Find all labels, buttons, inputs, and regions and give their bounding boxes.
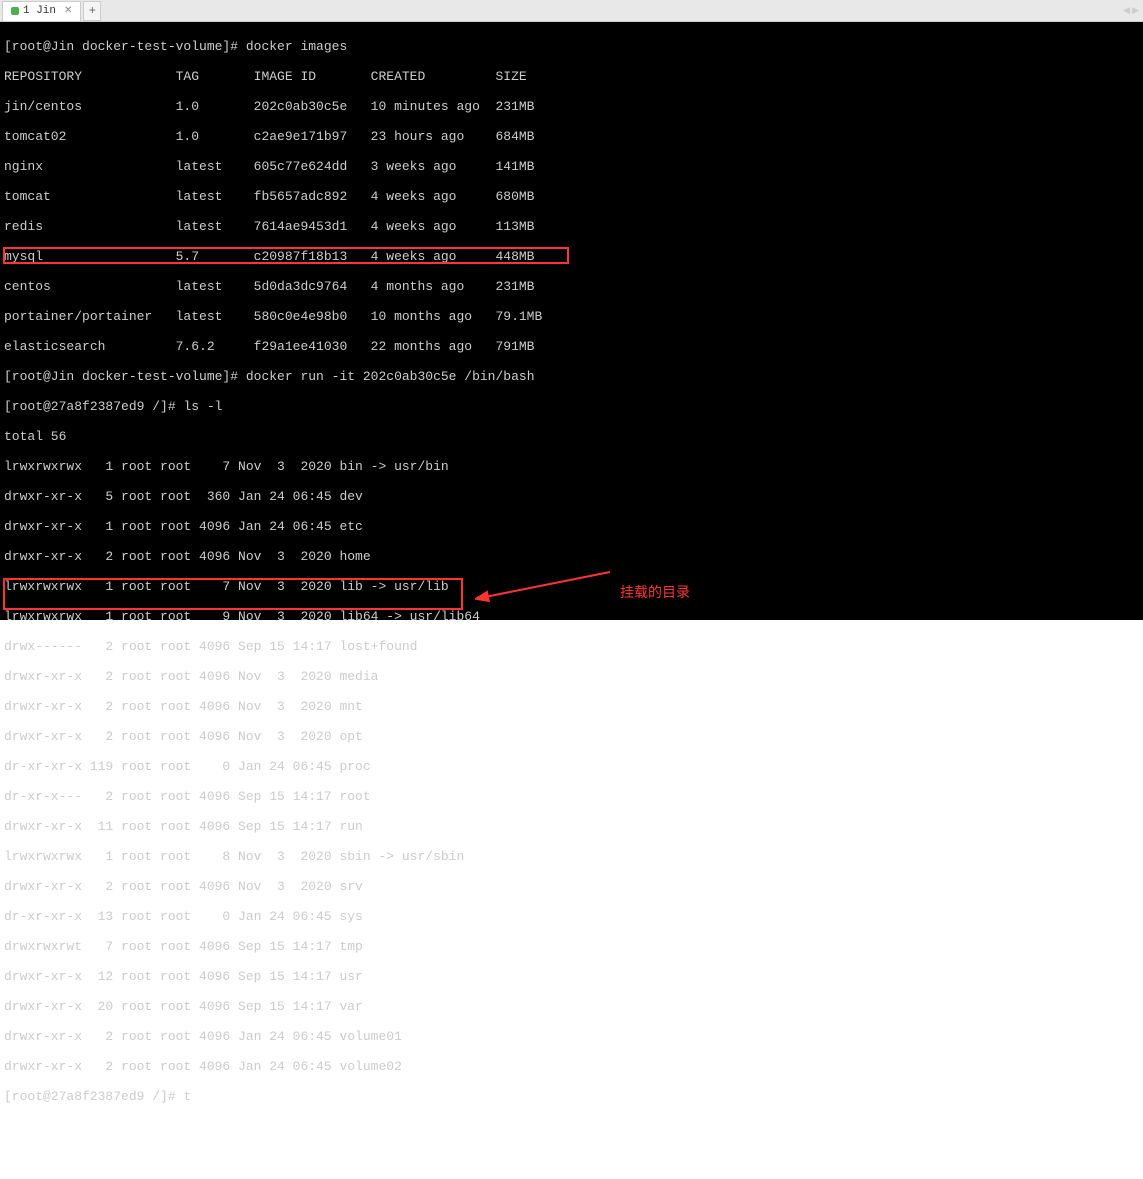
ls-row: drwxrwxrwt 7 root root 4096 Sep 15 14:17… (4, 939, 1139, 954)
prompt: [root@Jin docker-test-volume]# (4, 369, 246, 384)
scroll-right-icon[interactable]: ▶ (1132, 6, 1139, 16)
ls-row: drwxr-xr-x 5 root root 360 Jan 24 06:45 … (4, 489, 1139, 504)
image-row: portainer/portainer latest 580c0e4e98b0 … (4, 309, 1139, 324)
image-row: elasticsearch 7.6.2 f29a1ee41030 22 mont… (4, 339, 1139, 354)
tab-label: 1 Jin (23, 5, 56, 17)
prompt: [root@27a8f2387ed9 /]# (4, 399, 183, 414)
annotation-label: 挂载的目录 (620, 585, 690, 600)
prompt-line: [root@27a8f2387ed9 /]# t (4, 1089, 1139, 1104)
command: t (183, 1089, 191, 1104)
tab-bar: 1 Jin ✕ + ◀ ▶ (0, 0, 1143, 22)
ls-row: drwxr-xr-x 11 root root 4096 Sep 15 14:1… (4, 819, 1139, 834)
command: docker images (246, 39, 347, 54)
ls-row: drwxr-xr-x 2 root root 4096 Nov 3 2020 o… (4, 729, 1139, 744)
ls-row: lrwxrwxrwx 1 root root 7 Nov 3 2020 lib … (4, 579, 1139, 594)
image-row: centos latest 5d0da3dc9764 4 months ago … (4, 279, 1139, 294)
image-row: nginx latest 605c77e624dd 3 weeks ago 14… (4, 159, 1139, 174)
ls-row: lrwxrwxrwx 1 root root 7 Nov 3 2020 bin … (4, 459, 1139, 474)
prompt: [root@Jin docker-test-volume]# (4, 39, 246, 54)
ls-row: drwxr-xr-x 2 root root 4096 Nov 3 2020 m… (4, 669, 1139, 684)
image-row: tomcat02 1.0 c2ae9e171b97 23 hours ago 6… (4, 129, 1139, 144)
ls-total: total 56 (4, 429, 1139, 444)
command: ls -l (183, 399, 222, 414)
ls-row: lrwxrwxrwx 1 root root 9 Nov 3 2020 lib6… (4, 609, 1139, 624)
ls-row: drwxr-xr-x 1 root root 4096 Jan 24 06:45… (4, 519, 1139, 534)
prompt-line: [root@27a8f2387ed9 /]# ls -l (4, 399, 1139, 414)
ls-row: drwxr-xr-x 2 root root 4096 Jan 24 06:45… (4, 1029, 1139, 1044)
image-row: jin/centos 1.0 202c0ab30c5e 10 minutes a… (4, 99, 1139, 114)
ls-row: drwx------ 2 root root 4096 Sep 15 14:17… (4, 639, 1139, 654)
images-header: REPOSITORY TAG IMAGE ID CREATED SIZE (4, 69, 1139, 84)
image-row: redis latest 7614ae9453d1 4 weeks ago 11… (4, 219, 1139, 234)
terminal[interactable]: [root@Jin docker-test-volume]# docker im… (0, 22, 1143, 620)
tab-scroll-arrows: ◀ ▶ (1123, 6, 1139, 16)
ls-row: drwxr-xr-x 2 root root 4096 Nov 3 2020 h… (4, 549, 1139, 564)
scroll-left-icon[interactable]: ◀ (1123, 6, 1130, 16)
ls-row: dr-xr-xr-x 119 root root 0 Jan 24 06:45 … (4, 759, 1139, 774)
ls-row: dr-xr-xr-x 13 root root 0 Jan 24 06:45 s… (4, 909, 1139, 924)
close-icon[interactable]: ✕ (64, 5, 72, 17)
prompt: [root@27a8f2387ed9 /]# (4, 1089, 183, 1104)
ls-row: drwxr-xr-x 2 root root 4096 Nov 3 2020 m… (4, 699, 1139, 714)
tab-jin[interactable]: 1 Jin ✕ (2, 1, 81, 21)
ls-row: drwxr-xr-x 12 root root 4096 Sep 15 14:1… (4, 969, 1139, 984)
ls-row: drwxr-xr-x 2 root root 4096 Jan 24 06:45… (4, 1059, 1139, 1074)
new-tab-button[interactable]: + (83, 1, 101, 21)
command: docker run -it 202c0ab30c5e /bin/bash (246, 369, 535, 384)
prompt-line: [root@Jin docker-test-volume]# docker ru… (4, 369, 1139, 384)
image-row: mysql 5.7 c20987f18b13 4 weeks ago 448MB (4, 249, 1139, 264)
ls-row: dr-xr-x--- 2 root root 4096 Sep 15 14:17… (4, 789, 1139, 804)
prompt-line: [root@Jin docker-test-volume]# docker im… (4, 39, 1139, 54)
image-row: tomcat latest fb5657adc892 4 weeks ago 6… (4, 189, 1139, 204)
ls-row: drwxr-xr-x 2 root root 4096 Nov 3 2020 s… (4, 879, 1139, 894)
ls-row: drwxr-xr-x 20 root root 4096 Sep 15 14:1… (4, 999, 1139, 1014)
ls-row: lrwxrwxrwx 1 root root 8 Nov 3 2020 sbin… (4, 849, 1139, 864)
connection-indicator-icon (11, 7, 19, 15)
